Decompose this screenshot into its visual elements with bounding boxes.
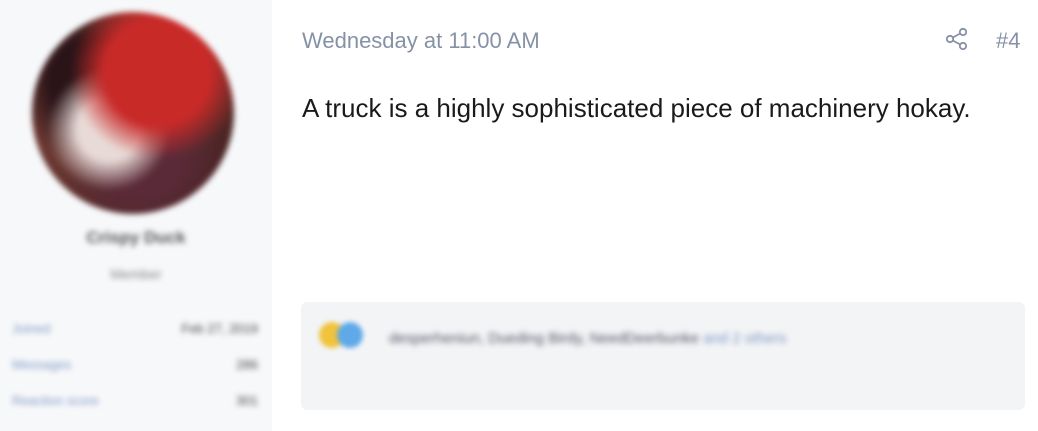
stat-row-reaction-score: Reaction score 301 — [12, 382, 258, 418]
stat-value: 301 — [236, 392, 258, 408]
stat-value: 286 — [236, 356, 258, 372]
avatar[interactable] — [32, 12, 234, 214]
reaction-users[interactable]: desperheniun, Dueding Birdy, NeedDeerbun… — [319, 322, 999, 356]
stat-label[interactable]: Reaction score — [12, 393, 99, 408]
share-icon[interactable] — [944, 26, 970, 52]
reaction-more-link[interactable]: and 2 others — [703, 330, 786, 347]
stat-row-joined: Joined Feb 27, 2019 — [12, 310, 258, 346]
user-stats: Joined Feb 27, 2019 Messages 286 Reactio… — [12, 310, 258, 418]
post-number-link[interactable]: #4 — [996, 28, 1020, 54]
user-sidebar: Crispy Duck Member Joined Feb 27, 2019 M… — [0, 0, 272, 431]
username[interactable]: Crispy Duck — [0, 228, 272, 248]
post-body: A truck is a highly sophisticated piece … — [302, 93, 971, 123]
post-date[interactable]: Wednesday at 11:00 AM — [302, 28, 540, 54]
stat-value: Feb 27, 2019 — [181, 320, 258, 336]
stat-label[interactable]: Messages — [12, 357, 71, 372]
stat-label: Joined — [12, 320, 51, 336]
user-title: Member — [110, 266, 162, 282]
stat-row-messages: Messages 286 — [12, 346, 258, 382]
reactions-bar[interactable]: desperheniun, Dueding Birdy, NeedDeerbun… — [301, 302, 1025, 410]
reaction-user-list[interactable]: desperheniun, Dueding Birdy, NeedDeerbun… — [389, 330, 699, 347]
